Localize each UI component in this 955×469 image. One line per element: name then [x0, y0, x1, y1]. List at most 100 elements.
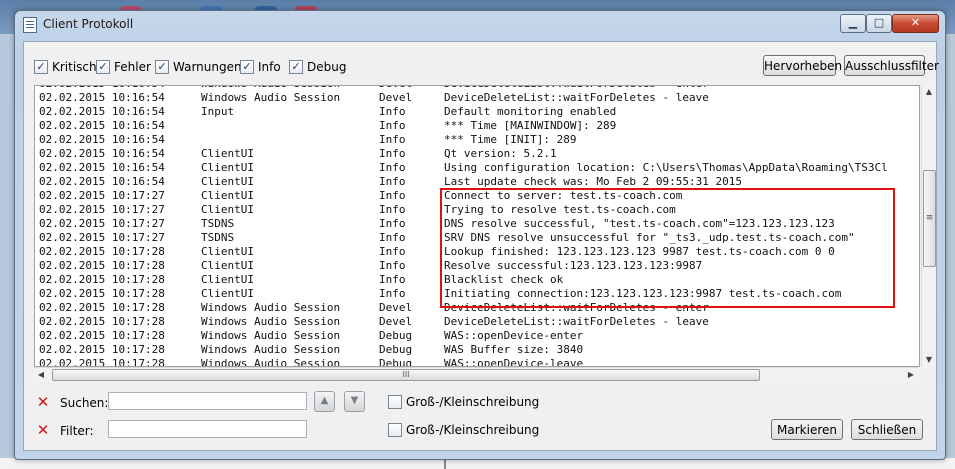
log-source: ClientUI [201, 245, 254, 258]
filter-fehler[interactable]: ✓ Fehler [96, 59, 151, 75]
vertical-scroll-thumb[interactable]: ≡ [923, 170, 936, 267]
fehler-label: Fehler [114, 60, 151, 74]
log-row[interactable]: 02.02.2015 10:16:54 Windows Audio Session… [35, 91, 915, 105]
log-row[interactable]: 02.02.2015 10:16:54 Info *** Time [MAINWIN… [35, 119, 915, 133]
log-source: TSDNS [201, 217, 235, 230]
search-next-button[interactable]: ▼ [344, 391, 365, 412]
kritisch-checkbox[interactable]: ✓ [34, 60, 48, 74]
log-level: Debug [379, 329, 413, 342]
log-source: ClientUI [201, 273, 254, 286]
window-title: Client Protokoll [43, 17, 134, 31]
log-date: 02.02.2015 10:17:28 [39, 357, 165, 367]
scroll-down-arrow-icon[interactable]: ▼ [922, 353, 936, 367]
markieren-button[interactable]: Markieren [771, 419, 843, 440]
log-level: Info [379, 259, 406, 272]
log-row[interactable]: 02.02.2015 10:16:54 ClientUI Info Using con… [35, 161, 915, 175]
filter-warnungen[interactable]: ✓ Warnungen [155, 59, 242, 75]
log-level: Info [379, 105, 406, 118]
log-message: Default monitoring enabled [444, 105, 617, 118]
log-date: 02.02.2015 10:17:27 [39, 203, 165, 216]
log-date: 02.02.2015 10:16:54 [39, 91, 165, 104]
search-previous-button[interactable]: ▲ [314, 391, 335, 412]
log-message: DeviceDeleteList::waitForDeletes - leave [444, 315, 709, 328]
highlight-box [440, 188, 895, 308]
log-row[interactable]: 02.02.2015 10:16:54 Info *** Time [INIT]: … [35, 133, 915, 147]
warnungen-checkbox[interactable]: ✓ [155, 60, 169, 74]
horizontal-scroll-thumb[interactable]: III [52, 369, 760, 381]
log-row[interactable]: 02.02.2015 10:16:54 ClientUI Info Last upda… [35, 175, 915, 189]
info-checkbox[interactable]: ✓ [240, 60, 254, 74]
log-source: Windows Audio Session [201, 357, 341, 367]
log-message: Qt version: 5.2.1 [444, 147, 557, 160]
log-row[interactable]: 02.02.2015 10:17:28 Windows Audio Session… [35, 357, 915, 367]
log-level: Info [379, 287, 406, 300]
close-window-button[interactable]: ✕ [892, 14, 939, 33]
kritisch-label: Kritisch [52, 60, 97, 74]
log-source: ClientUI [201, 287, 254, 300]
log-date: 02.02.2015 10:16:54 [39, 147, 165, 160]
filter-case-sensitive[interactable]: Groß-/Kleinschreibung [388, 423, 539, 437]
horizontal-scrollbar[interactable]: ◀ III ▶ [34, 367, 918, 382]
log-row[interactable]: 02.02.2015 10:16:54 ClientUI Info Qt versio… [35, 147, 915, 161]
log-date: 02.02.2015 10:16:54 [39, 119, 165, 132]
log-source: ClientUI [201, 203, 254, 216]
client-protokoll-window: Client Protokoll ▁ □ ✕ ✓ Kritisch ✓ Fehl… [14, 10, 946, 460]
hervorheben-button[interactable]: Hervorheben [763, 55, 842, 76]
log-date: 02.02.2015 10:17:28 [39, 315, 165, 328]
log-source: Windows Audio Session [201, 91, 341, 104]
log-date: 02.02.2015 10:17:28 [39, 287, 165, 300]
log-source: Windows Audio Session [201, 315, 341, 328]
log-date: 02.02.2015 10:17:27 [39, 231, 165, 244]
log-date: 02.02.2015 10:16:54 [39, 161, 165, 174]
filter-kritisch[interactable]: ✓ Kritisch [34, 59, 97, 75]
log-level: Info [379, 175, 406, 188]
log-level: Info [379, 231, 406, 244]
log-source: ClientUI [201, 161, 254, 174]
log-source: Input [201, 105, 235, 118]
log-date: 02.02.2015 10:17:28 [39, 273, 165, 286]
minimize-button[interactable]: ▁ [840, 14, 866, 33]
scroll-right-arrow-icon[interactable]: ▶ [904, 368, 918, 382]
log-source: Windows Audio Session [201, 343, 341, 356]
schliessen-button[interactable]: Schließen [851, 419, 923, 440]
search-input[interactable] [108, 392, 307, 410]
log-level: Devel [379, 91, 413, 104]
log-row[interactable]: 02.02.2015 10:16:54 Input Info Default moni… [35, 105, 915, 119]
filter-case-checkbox[interactable] [388, 423, 402, 437]
clear-filter-icon[interactable]: ✕ [36, 423, 50, 438]
log-level: Info [379, 273, 406, 286]
warnungen-label: Warnungen [173, 60, 242, 74]
filter-debug[interactable]: ✓ Debug [289, 59, 346, 75]
log-list[interactable]: 02.02.2015 10:16:54 Windows Audio Session… [34, 85, 920, 367]
log-level: Info [379, 217, 406, 230]
filter-info[interactable]: ✓ Info [240, 59, 281, 75]
log-message: Last update check was: Mo Feb 2 09:55:31… [444, 175, 743, 188]
log-row[interactable]: 02.02.2015 10:17:28 Windows Audio Session… [35, 315, 915, 329]
log-date: 02.02.2015 10:17:28 [39, 259, 165, 272]
fehler-checkbox[interactable]: ✓ [96, 60, 110, 74]
search-case-sensitive[interactable]: Groß-/Kleinschreibung [388, 395, 539, 409]
log-row[interactable]: 02.02.2015 10:17:28 Windows Audio Session… [35, 343, 915, 357]
vertical-scrollbar[interactable]: ▲ ≡ ▼ [921, 85, 936, 367]
log-date: 02.02.2015 10:16:54 [39, 175, 165, 188]
debug-checkbox[interactable]: ✓ [289, 60, 303, 74]
ausschlussfilter-button[interactable]: Ausschlussfilter [844, 55, 939, 76]
clear-search-icon[interactable]: ✕ [36, 395, 50, 410]
scroll-up-arrow-icon[interactable]: ▲ [922, 85, 936, 99]
log-level: Info [379, 119, 406, 132]
title-bar[interactable]: Client Protokoll ▁ □ ✕ [15, 11, 945, 37]
log-message: *** Time [MAINWINDOW]: 289 [444, 119, 617, 132]
log-message: Using configuration location: C:\Users\T… [444, 161, 888, 174]
log-row[interactable]: 02.02.2015 10:17:28 Windows Audio Session… [35, 329, 915, 343]
filter-input[interactable] [108, 420, 307, 438]
log-level: Info [379, 161, 406, 174]
filter-case-label: Groß-/Kleinschreibung [406, 423, 540, 437]
log-message: WAS Buffer size: 3840 [444, 343, 584, 356]
scroll-left-arrow-icon[interactable]: ◀ [34, 368, 48, 382]
log-source: ClientUI [201, 189, 254, 202]
search-label: Suchen: [60, 396, 109, 410]
maximize-button[interactable]: □ [866, 14, 892, 33]
log-date: 02.02.2015 10:17:27 [39, 189, 165, 202]
log-source: TSDNS [201, 231, 235, 244]
search-case-checkbox[interactable] [388, 395, 402, 409]
